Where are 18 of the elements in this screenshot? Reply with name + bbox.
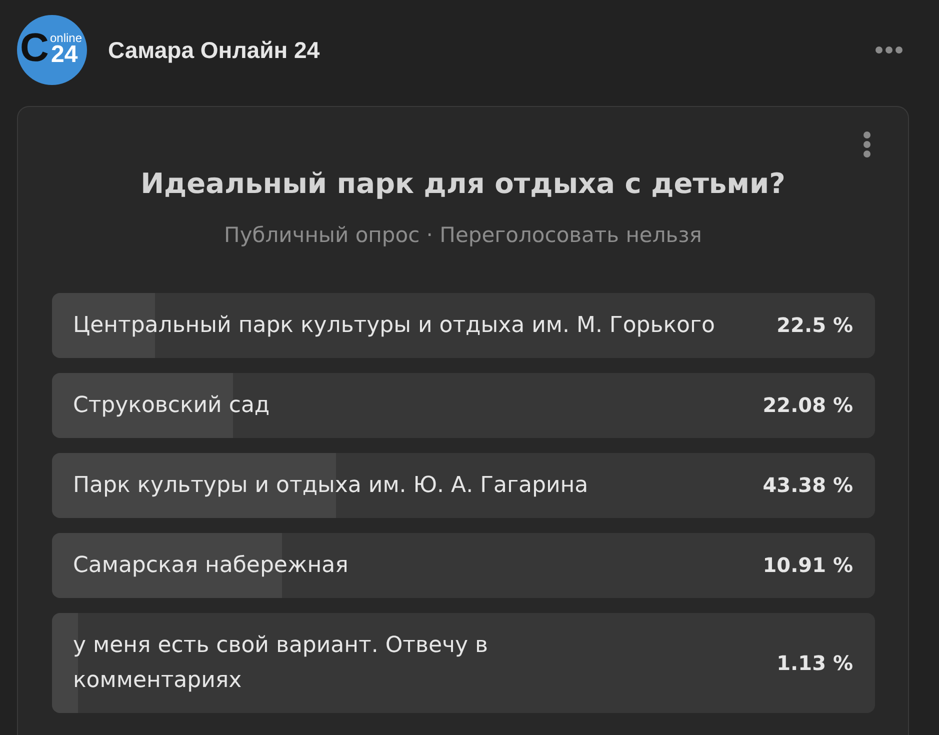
more-icon[interactable] <box>875 46 903 54</box>
vote-percentage: 22.5 % <box>776 312 853 339</box>
option-label: Центральный парк культуры и отдыха им. М. Горького <box>73 313 716 338</box>
kebab-menu-icon[interactable] <box>863 131 871 158</box>
vote-percentage: 43.38 % <box>762 472 853 499</box>
vote-percentage: 1.13 % <box>776 650 853 676</box>
option-label: Парк культуры и отдыха им. Ю. А. Гагарина <box>73 473 588 498</box>
option-label: Самарская набережная <box>73 553 348 578</box>
poll-subtitle: Публичный опрос · Переголосовать нельзя <box>224 222 702 249</box>
vote-percentage: 22.08 % <box>762 392 853 419</box>
poll-question: Идеальный парк для отдыха с детьми? <box>140 166 786 202</box>
logo-number: 24 <box>51 46 78 64</box>
option-label: у меня есть свой вариант. Отвечу в комментариях <box>73 633 488 693</box>
option-label: Струковский сад <box>73 393 270 418</box>
logo-letter: C <box>20 33 49 63</box>
logo-tagline: online <box>50 32 82 44</box>
channel-name[interactable]: Самара Онлайн 24 <box>108 32 320 68</box>
vote-percentage: 10.91 % <box>762 552 853 579</box>
